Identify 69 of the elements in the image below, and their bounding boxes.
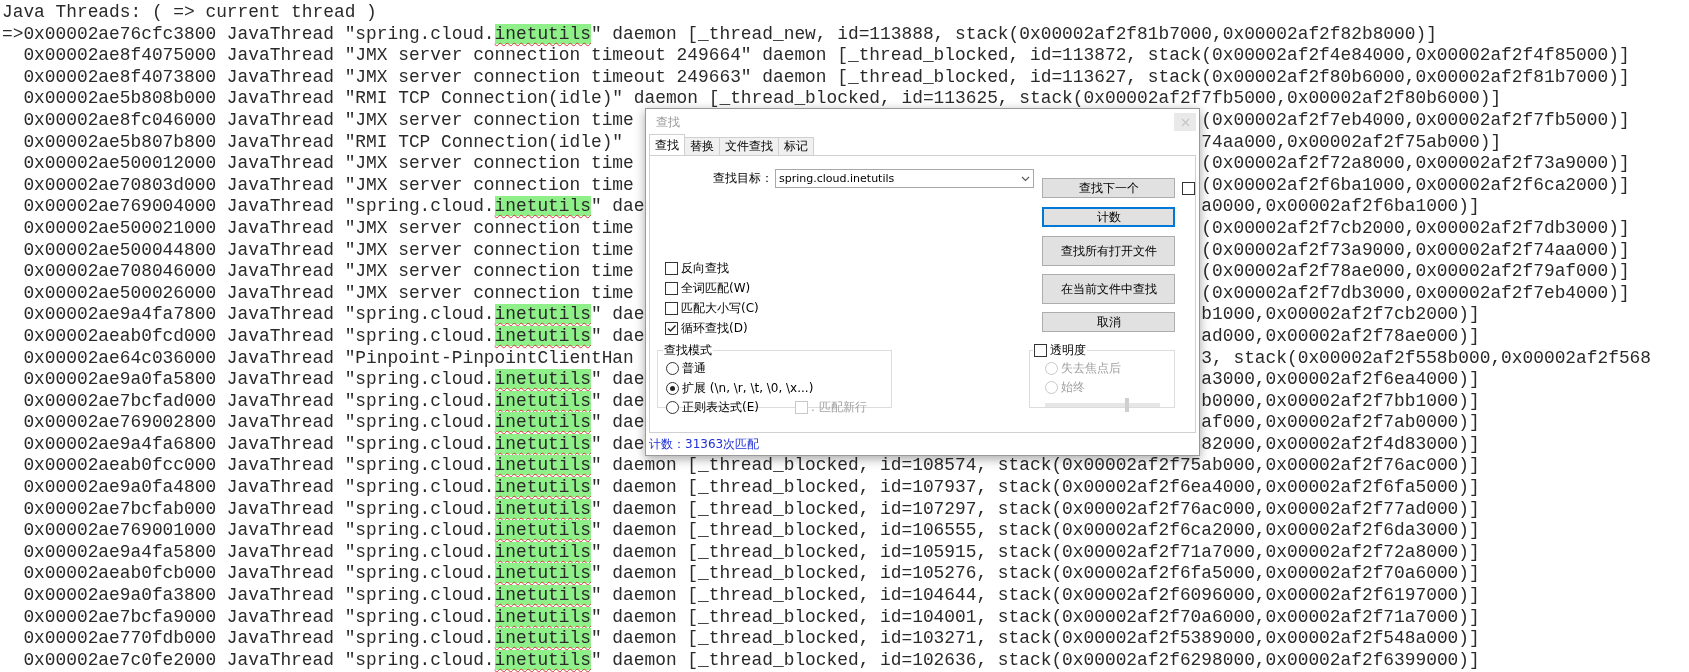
code-line: 0x00002ae770fdb000 JavaThread "spring.cloud.inetutils" daemon [_thread_blocked, id=103271, stack(0x00002af2f5389000,0x00002af2f548a000)] [22,628,1480,650]
code-line: 0x00002ae7bcfab000 JavaThread "spring.cloud.inetutils" daemon [_thread_blocked, id=107297, stack(0x00002af2f76ac000,0x00002af2f77ad000)] [22,498,1480,521]
code-line: 0x00002ae64c036000 JavaThread "Pinpoint-PinpointClientHan [22,347,634,370]
radio-label[interactable]: 正则表达式(E) [682,399,759,417]
code-line-fragment: 82000,0x00002af2f4d83000)] [1201,433,1480,456]
code-line: 0x00002ae9a0fa5800 JavaThread "spring.cloud.inetutils" dae [22,369,645,391]
dialog-button[interactable]: 查找所有打开文件 [1042,236,1175,266]
code-line-fragment: af000,0x00002af2f7ab0000)] [1201,412,1480,434]
code-line: 0x00002ae769004000 JavaThread "spring.cloud.inetutils" dae [22,196,645,218]
code-line-fragment: (0x00002af2f7eb4000,0x00002af2f7fb5000)] [1201,109,1630,132]
code-line-fragment: (0x00002af2f72a8000,0x00002af2f73a9000)] [1201,153,1630,175]
code-line: 0x00002ae9a4fa5800 JavaThread "spring.cloud.inetutils" daemon [_thread_blocked, id=105915, stack(0x00002af2f71a7000,0x00002af2f72a8000)] [22,541,1480,564]
code-line: 0x00002ae8f4075000 JavaThread "JMX server connection timeout 249664" daemon [_thread_blocked, id=113872, stack(0x00002af2f4e84000,0x00002af2f4f85000)] [22,45,1630,67]
code-line: 0x00002ae9a0fa3800 JavaThread "spring.cloud.inetutils" daemon [_thread_blocked, id=104644, stack(0x00002af2f6096000,0x00002af2f6197000)] [22,585,1480,607]
code-line-fragment: (0x00002af2f78ae000,0x00002af2f79af000)] [1201,261,1630,283]
code-line: 0x00002ae7bcfa9000 JavaThread "spring.cloud.inetutils" daemon [_thread_blocked, id=104001, stack(0x00002af2f70a6000,0x00002af2f71a7000)] [22,606,1480,629]
tab[interactable]: 替换 [684,137,720,155]
code-line-fragment: b0000,0x00002af2f7bb1000)] [1201,390,1480,413]
code-line: Java Threads: ( => current thread ) [2,2,377,24]
field-label: 查找目标： [713,170,773,187]
code-line-fragment: a3000,0x00002af2f6ea4000)] [1201,369,1480,391]
code-line: 0x00002ae8fc046000 JavaThread "JMX server connection time [22,109,634,132]
radio-label[interactable]: 扩展 (\n, \r, \t, \0, \x...) [682,379,814,397]
tab[interactable]: 查找 [649,134,685,155]
code-line: 0x00002ae70803d000 JavaThread "JMX server connection time [22,174,634,197]
code-line: 0x00002ae5b808b000 JavaThread "RMI TCP Connection(idle)" daemon [_thread_blocked, id=113625, stack(0x00002af2f7fb5000,0x00002af2f80b6000)] [22,88,1502,110]
code-line: 0x00002ae7bcfad000 JavaThread "spring.cloud.inetutils" dae [22,390,645,413]
code-line: 0x00002aeab0fcb000 JavaThread "spring.cloud.inetutils" daemon [_thread_blocked, id=105276, stack(0x00002af2f6fa5000,0x00002af2f70a6000)] [22,563,1480,586]
code-line: 0x00002ae500021000 JavaThread "JMX server connection time [22,217,634,240]
tab[interactable]: 标记 [778,137,814,155]
code-line: 0x00002ae500044800 JavaThread "JMX server connection time [22,239,634,262]
checkbox-label[interactable]: 透明度 [1050,342,1086,359]
radio-label[interactable]: 普通 [682,360,706,378]
code-line: 0x00002ae708046000 JavaThread "JMX server connection time [22,261,634,283]
code-line: =>0x00002ae76cfc3800 JavaThread "spring.cloud.inetutils" daemon [_thread_new, id=113888, stack(0x00002af2f81b7000,0x00002af2f82b8000)] [2,23,1437,46]
code-line-fragment: (0x00002af2f73a9000,0x00002af2f74aa000)] [1201,239,1630,262]
checkbox-label[interactable]: 循环查找(D) [681,319,748,337]
window-title: 查找 [656,113,680,131]
status-text: 计数：31363次匹配 [648,435,761,453]
code-line: 0x00002ae500012000 JavaThread "JMX server connection time [22,153,634,175]
code-line: 0x00002ae8f4073800 JavaThread "JMX server connection timeout 249663" daemon [_thread_blocked, id=113627, stack(0x00002af2f80b6000,0x00002af2f81b7000)] [22,66,1630,89]
code-line: 0x00002ae7c0fe2000 JavaThread "spring.cloud.inetutils" daemon [_thread_blocked, id=102636, stack(0x00002af2f6298000,0x00002af2f6399000)] [22,649,1480,672]
checkbox-label[interactable]: 匹配大小写(C) [681,299,759,317]
dialog-button[interactable]: 查找下一个 [1042,178,1175,198]
dialog-button[interactable]: 在当前文件中查找 [1042,274,1175,304]
dialog-button[interactable]: 取消 [1042,312,1175,332]
code-line: 0x00002ae500026000 JavaThread "JMX server connection time [22,282,634,305]
code-line-fragment: (0x00002af2f6ba1000,0x00002af2f6ca2000)] [1201,174,1630,197]
code-line-fragment: (0x00002af2f7db3000,0x00002af2f7eb4000)] [1201,282,1630,305]
checkbox-label[interactable]: 全词匹配(W) [681,279,751,297]
code-line-fragment: a0000,0x00002af2f6ba1000)] [1201,196,1480,218]
code-line: 0x00002ae5b807b800 JavaThread "RMI TCP Connection(idle)" [22,131,624,154]
code-line-fragment: b1000,0x00002af2f7cb2000)] [1201,304,1480,326]
code-line: 0x00002ae9a0fa4800 JavaThread "spring.cloud.inetutils" daemon [_thread_blocked, id=107937, stack(0x00002af2f6ea4000,0x00002af2f6fa5000)] [22,477,1480,499]
code-line: 0x00002aeab0fcc000 JavaThread "spring.cloud.inetutils" daemon [_thread_blocked, id=108574, stack(0x00002af2f75ab000,0x00002af2f76ac000)] [22,455,1480,478]
code-line: 0x00002ae769001000 JavaThread "spring.cloud.inetutils" daemon [_thread_blocked, id=106555, stack(0x00002af2f6ca2000,0x00002af2f6da3000)] [22,520,1480,542]
code-line: 0x00002aeab0fcd000 JavaThread "spring.cloud.inetutils" dae [22,325,645,348]
code-line-fragment: (0x00002af2f7cb2000,0x00002af2f7db3000)] [1201,217,1630,240]
dialog-button[interactable]: 计数 [1042,207,1175,227]
code-line: 0x00002ae9a4fa7800 JavaThread "spring.cloud.inetutils" dae [22,304,645,326]
group-title: 查找模式 [663,342,713,359]
tab[interactable]: 文件查找 [719,137,779,155]
checkbox-label[interactable]: 反向查找 [681,259,729,277]
code-line: 0x00002ae9a4fa6800 JavaThread "spring.cloud.inetutils" dae [22,433,645,456]
code-line-fragment: 3, stack(0x00002af2f558b000,0x00002af2f568 [1201,347,1652,370]
code-line-fragment: ad000,0x00002af2f78ae000)] [1201,325,1480,348]
search-combo-field[interactable]: spring.cloud.inetutils [775,169,1034,188]
code-line-fragment: 74aa000,0x00002af2f75ab000)] [1201,131,1502,154]
code-line: 0x00002ae769002800 JavaThread "spring.cloud.inetutils" dae [22,412,645,434]
